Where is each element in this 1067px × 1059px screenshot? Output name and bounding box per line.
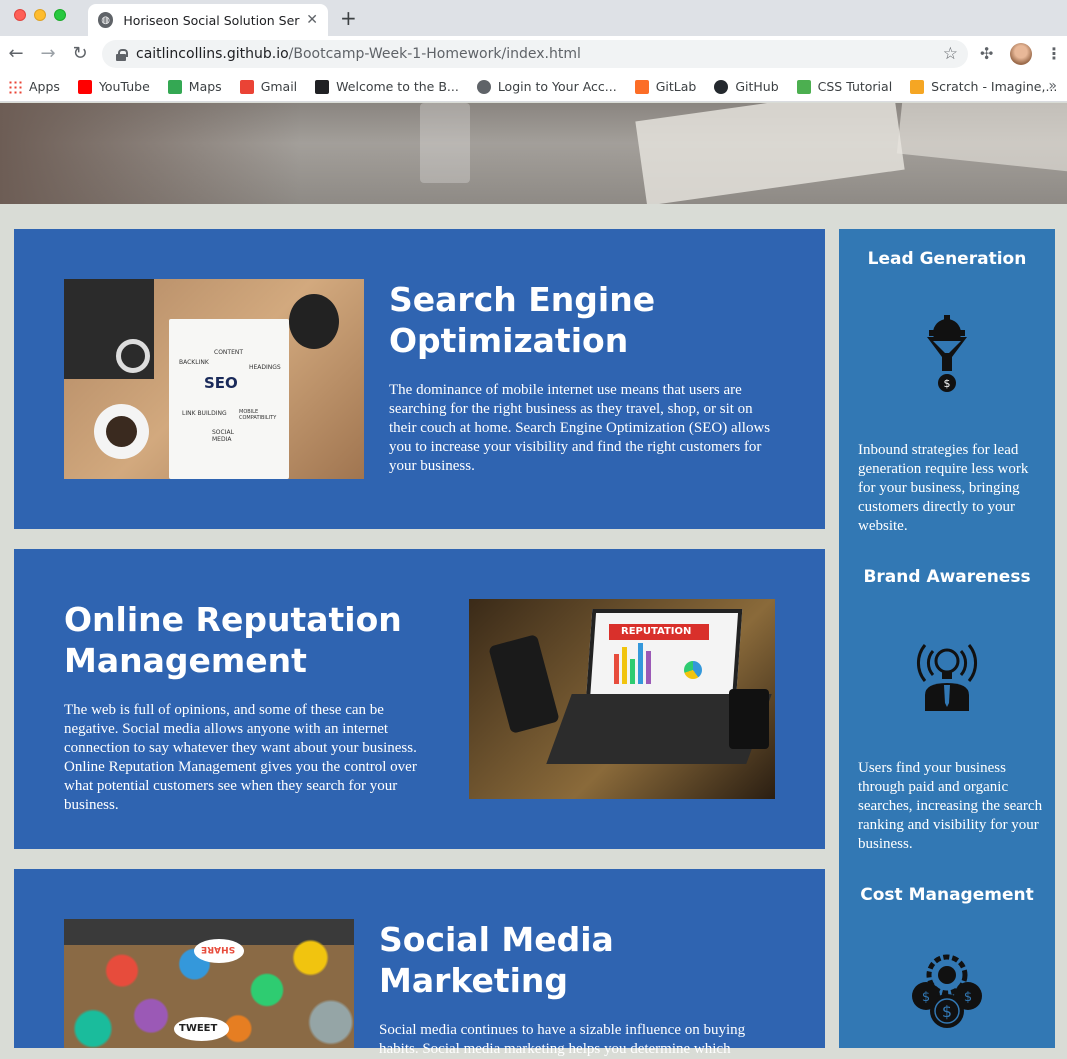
forward-arrow-icon[interactable]: → (36, 42, 60, 66)
new-tab-button[interactable]: + (340, 8, 357, 28)
bookmark-label: Maps (188, 79, 222, 94)
bookmark-label: CSS Tutorial (817, 79, 893, 94)
scratch-icon (910, 79, 925, 94)
brand-awareness-broadcast-icon (911, 631, 983, 715)
reload-icon[interactable]: ↻ (68, 42, 92, 66)
url-host: caitlincollins.github.io (136, 46, 289, 62)
benefit-heading: Cost Management (860, 885, 1034, 905)
bookmark-item[interactable]: Apps (8, 79, 60, 94)
globe-icon: ◍ (98, 12, 114, 28)
tab-close-icon[interactable]: ✕ (306, 12, 318, 28)
social-media-section: SHARE TWEET Social Media Marketing Socia… (14, 869, 825, 1057)
bookmark-item[interactable]: Scratch - Imagine,... (910, 79, 1057, 94)
reputation-heading: Online Reputation Management (64, 600, 402, 680)
social-media-image-text: SHARE (201, 944, 236, 954)
seo-image-text: CONTENT (214, 349, 244, 356)
lead-generation-funnel-icon: $ (922, 315, 972, 399)
reputation-image-text: REPUTATION (621, 626, 692, 637)
bookmark-label: YouTube (98, 79, 150, 94)
bookmark-label: GitLab (655, 79, 697, 94)
bookmark-item[interactable]: CSS Tutorial (796, 79, 893, 94)
reputation-description: The web is full of opinions, and some of… (64, 702, 417, 813)
social-media-image-text: TWEET (179, 1023, 218, 1034)
bookmark-item[interactable]: Maps (167, 79, 222, 94)
hero-image (0, 103, 1067, 204)
social-media-description: Social media continues to have a sizable… (379, 1022, 746, 1057)
address-bar[interactable]: caitlincollins.github.io/Bootcamp-Week-1… (102, 40, 968, 68)
lock-icon (116, 48, 128, 61)
bookmark-label: Scratch - Imagine,... (931, 79, 1058, 94)
benefit-description: Inbound strategies for lead generation r… (858, 442, 1029, 534)
cost-management-coins-icon: $ $ $ (909, 953, 985, 1037)
github-icon (714, 79, 729, 94)
bookmark-label: Welcome to the B... (336, 79, 459, 94)
gmail-icon (239, 79, 254, 94)
seo-image: SEO BACKLINK CONTENT HEADINGS LINK BUILD… (64, 279, 364, 479)
close-window-button[interactable] (14, 9, 26, 21)
extensions-puzzle-icon[interactable]: ✣ (980, 44, 993, 63)
seo-image-text: BACKLINK (179, 359, 209, 366)
reputation-section: Online Reputation Management The web is … (14, 549, 825, 849)
bookmark-item[interactable]: GitLab (634, 79, 697, 94)
browser-menu-icon[interactable]: ⋮ (1046, 44, 1062, 63)
bookmark-star-icon[interactable]: ☆ (943, 44, 958, 64)
reputation-image: REPUTATION (469, 599, 775, 799)
bookmark-item[interactable]: GitHub (714, 79, 779, 94)
book-icon (315, 79, 330, 94)
svg-text:$: $ (922, 990, 930, 1005)
svg-text:$: $ (944, 377, 951, 390)
seo-image-text: HEADINGS (249, 364, 281, 371)
benefit-description: Users find your business through paid an… (858, 760, 1043, 852)
social-media-heading: Social Media Marketing (379, 920, 614, 1000)
bookmark-label: Gmail (260, 79, 298, 94)
browser-toolbar: ← → ↻ caitlincollins.github.io/Bootcamp-… (0, 36, 1067, 72)
seo-image-text: SOCIAL MEDIA (212, 429, 234, 443)
tab-title: Horiseon Social Solution Servic (123, 12, 301, 28)
svg-text:$: $ (964, 990, 972, 1005)
maps-icon (167, 79, 182, 94)
seo-image-text: LINK BUILDING (182, 410, 227, 417)
maximize-window-button[interactable] (54, 9, 66, 21)
url-path: /Bootcamp-Week-1-Homework/index.html (288, 46, 581, 62)
profile-avatar[interactable] (1010, 43, 1032, 65)
browser-tab[interactable]: ◍ Horiseon Social Solution Servic ✕ (88, 4, 328, 36)
gitlab-icon (634, 79, 649, 94)
youtube-icon (77, 79, 92, 94)
w3schools-icon (796, 79, 811, 94)
bookmark-label: Login to Your Acc... (497, 79, 617, 94)
svg-text:$: $ (942, 1002, 952, 1021)
bookmark-label: Apps (29, 79, 60, 94)
more-bookmarks-icon[interactable]: » (1048, 78, 1057, 94)
benefit-heading: Brand Awareness (863, 567, 1031, 587)
seo-section: SEO BACKLINK CONTENT HEADINGS LINK BUILD… (14, 229, 825, 529)
apps-grid-icon (8, 79, 22, 94)
back-arrow-icon[interactable]: ← (4, 42, 28, 66)
bookmark-item[interactable]: YouTube (77, 79, 150, 94)
social-media-image: SHARE TWEET (64, 919, 354, 1048)
bookmark-label: GitHub (735, 79, 779, 94)
seo-image-text: SEO (204, 374, 238, 392)
bookmark-item[interactable]: Gmail (239, 79, 298, 94)
bookmarks-bar: Apps YouTube Maps Gmail Welcome to the B... L… (0, 72, 1067, 102)
benefit-heading: Lead Generation (867, 249, 1027, 269)
seo-image-text: MOBILE COMPATIBILITY (239, 409, 277, 421)
bookmark-item[interactable]: Welcome to the B... (315, 79, 459, 94)
bookmark-item[interactable]: Login to Your Acc... (476, 79, 617, 94)
seo-description: The dominance of mobile internet use mea… (389, 382, 771, 474)
seo-heading: Search Engine Optimization (389, 280, 656, 360)
benefits-sidebar: Lead Generation $ Inbound strategies for… (839, 229, 1055, 1048)
minimize-window-button[interactable] (34, 9, 46, 21)
globe-icon (476, 79, 491, 94)
browser-tab-bar: ◍ Horiseon Social Solution Servic ✕ + (0, 0, 1067, 36)
